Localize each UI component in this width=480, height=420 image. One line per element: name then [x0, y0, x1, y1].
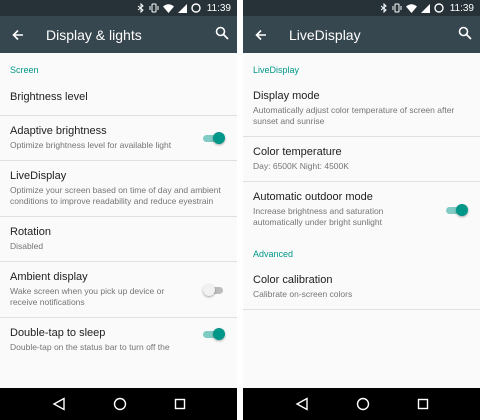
wifi-icon [405, 3, 417, 13]
pref-title: Rotation [10, 226, 51, 238]
pref-title: LiveDisplay [10, 170, 67, 182]
wifi-icon [162, 3, 174, 13]
phone-right: 11:39 LiveDisplay LiveDisplay Display mo… [243, 0, 480, 420]
navigation-bar [243, 388, 480, 420]
section-header-advanced: Advanced [253, 249, 294, 259]
navigation-bar [0, 388, 237, 420]
pref-summary: Wake screen when you pick up device or r… [10, 286, 165, 307]
nav-recents-icon[interactable] [417, 398, 429, 410]
section-header-screen: Screen [10, 65, 39, 75]
signal-icon [420, 3, 430, 13]
pref-color-temperature[interactable]: Color temperature Day: 6500K Night: 4500… [243, 137, 480, 182]
back-arrow-icon [12, 29, 23, 40]
pref-summary: Increase brightness and saturation autom… [253, 206, 384, 227]
search-icon [215, 26, 229, 40]
settings-list: Screen Brightness level Adaptive brightn… [0, 53, 237, 388]
vibrate-icon [149, 3, 159, 13]
pref-adaptive-brightness[interactable]: Adaptive brightness Optimize brightness … [0, 116, 237, 161]
nav-home-icon[interactable] [356, 397, 370, 411]
pref-title: Color calibration [253, 274, 333, 286]
status-bar: 11:39 [0, 0, 237, 16]
pref-livedisplay[interactable]: LiveDisplay Optimize your screen based o… [0, 161, 237, 217]
back-arrow-icon [255, 29, 266, 40]
vibrate-icon [392, 3, 402, 13]
pref-automatic-outdoor-mode[interactable]: Automatic outdoor mode Increase brightne… [243, 182, 480, 237]
pref-title: Ambient display [10, 271, 88, 283]
signal-icon [177, 3, 187, 13]
double-tap-switch[interactable] [203, 328, 225, 340]
toolbar-title: LiveDisplay [289, 26, 361, 43]
automatic-outdoor-mode-switch[interactable] [446, 203, 468, 216]
toolbar: LiveDisplay [243, 16, 480, 53]
phone-left: 11:39 Display & lights Screen Brightness… [0, 0, 237, 420]
pref-title: Color temperature [253, 146, 342, 158]
pref-brightness-level[interactable]: Brightness level [0, 81, 237, 116]
pref-ambient-display[interactable]: Ambient display Wake screen when you pic… [0, 262, 237, 318]
search-icon [458, 26, 472, 40]
pref-summary: Optimize your screen based on time of da… [10, 185, 221, 206]
section-header-livedisplay: LiveDisplay [253, 65, 300, 75]
pref-summary: Automatically adjust color temperature o… [253, 105, 455, 126]
settings-list: LiveDisplay Display mode Automatically a… [243, 53, 480, 388]
battery-icon [434, 3, 444, 13]
pref-summary: Optimize brightness level for available … [10, 140, 172, 150]
pref-color-calibration[interactable]: Color calibration Calibrate on-screen co… [243, 265, 480, 310]
pref-summary: Double-tap on the status bar to turn off… [10, 342, 170, 352]
bluetooth-icon [137, 3, 144, 13]
pref-double-tap-to-sleep[interactable]: Double-tap to sleep Double-tap on the st… [0, 318, 237, 362]
pref-summary: Disabled [10, 241, 44, 251]
status-time: 11:39 [449, 2, 474, 14]
search-button[interactable] [458, 26, 472, 45]
search-button[interactable] [215, 26, 229, 45]
status-time: 11:39 [206, 2, 231, 14]
adaptive-brightness-switch[interactable] [203, 132, 225, 144]
pref-title: Automatic outdoor mode [253, 191, 373, 203]
pref-rotation[interactable]: Rotation Disabled [0, 217, 237, 262]
back-button[interactable] [243, 16, 279, 53]
pref-display-mode[interactable]: Display mode Automatically adjust color … [243, 81, 480, 137]
ambient-display-switch[interactable] [203, 283, 225, 296]
pref-title: Adaptive brightness [10, 125, 107, 137]
back-button[interactable] [0, 16, 36, 53]
battery-icon [191, 3, 201, 13]
pref-title: Double-tap to sleep [10, 327, 106, 339]
pref-title: Display mode [253, 90, 320, 102]
bluetooth-icon [380, 3, 387, 13]
status-bar: 11:39 [243, 0, 480, 16]
pref-title: Brightness level [10, 91, 88, 103]
nav-back-icon[interactable] [52, 397, 66, 411]
nav-back-icon[interactable] [295, 397, 309, 411]
toolbar: Display & lights [0, 16, 237, 53]
toolbar-title: Display & lights [46, 26, 142, 43]
nav-recents-icon[interactable] [174, 398, 186, 410]
nav-home-icon[interactable] [113, 397, 127, 411]
pref-summary: Calibrate on-screen colors [253, 289, 353, 299]
pref-summary: Day: 6500K Night: 4500K [253, 161, 349, 171]
